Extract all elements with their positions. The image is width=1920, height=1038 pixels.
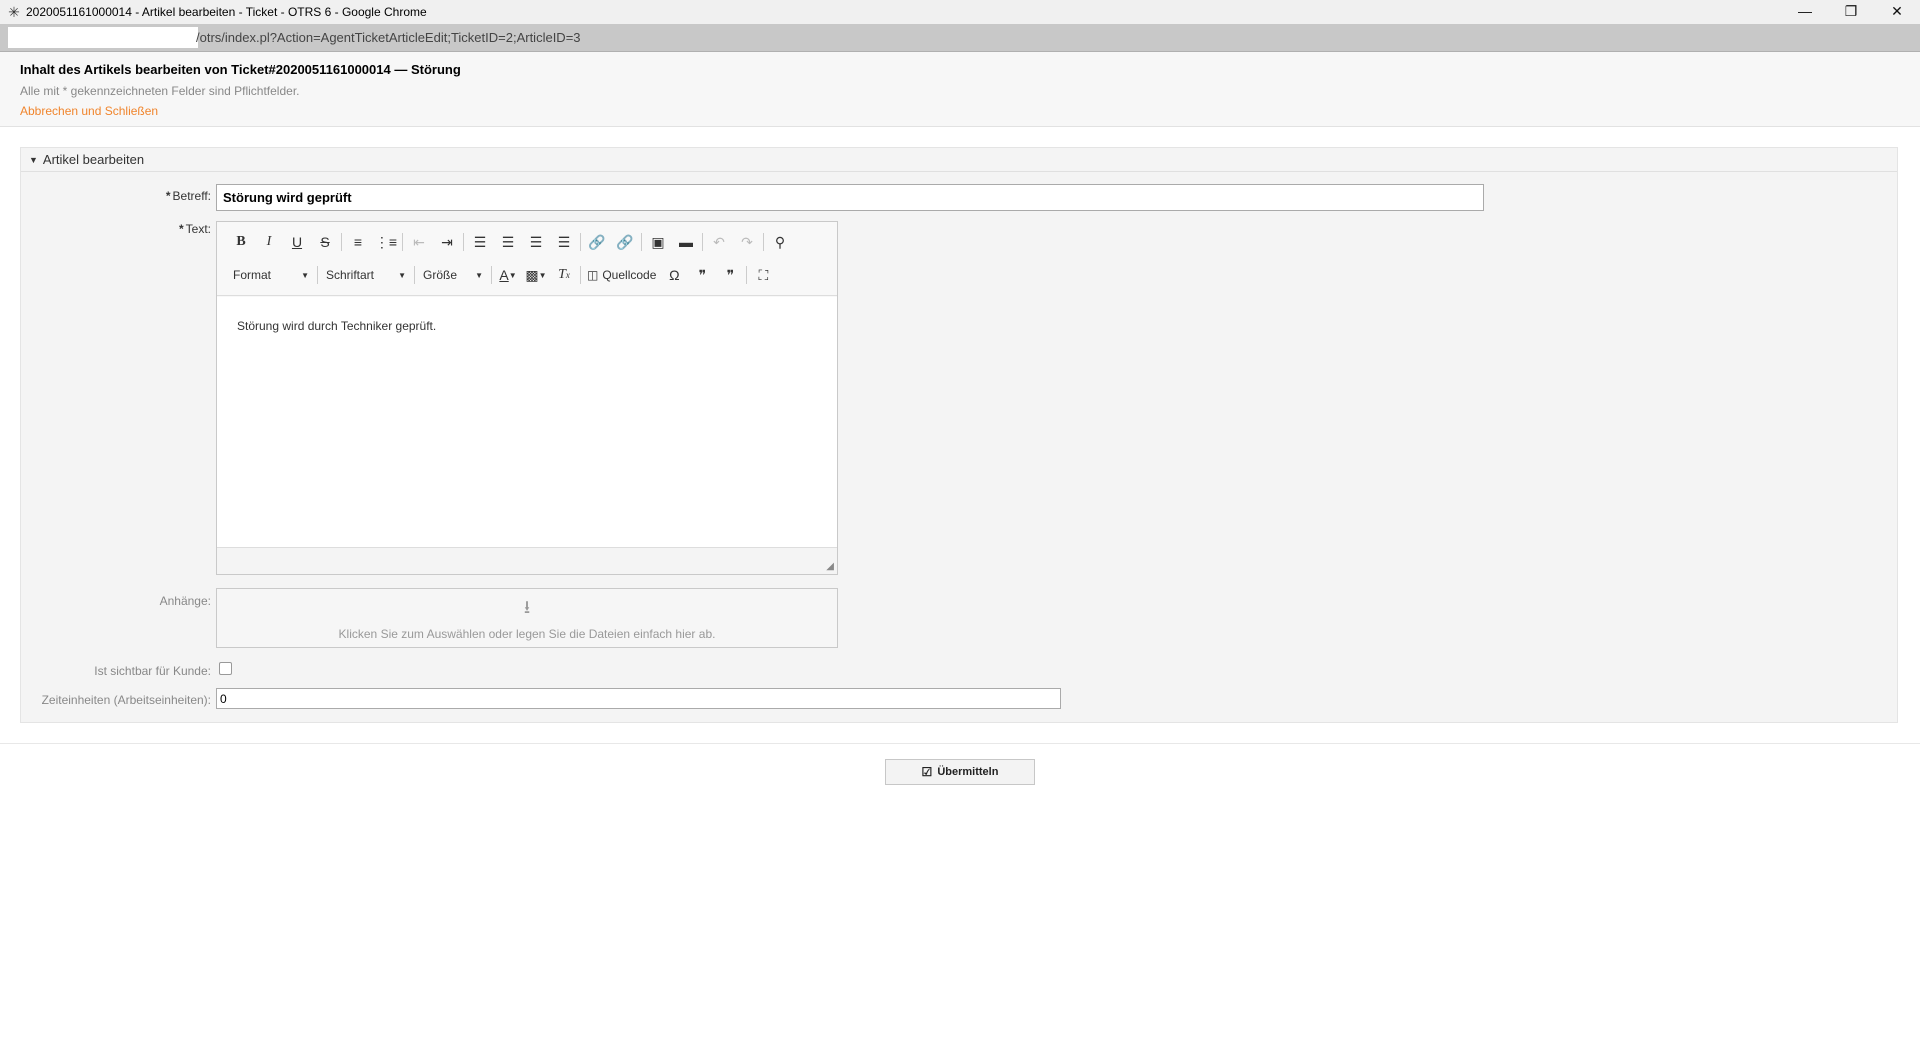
footer-divider xyxy=(0,743,1920,744)
size-combo[interactable]: Größe ▼ xyxy=(417,264,489,286)
toolbar-separator xyxy=(402,233,403,251)
close-icon[interactable]: ✕ xyxy=(1874,0,1920,22)
source-button-label: Quellcode xyxy=(602,268,657,282)
collapse-triangle-icon[interactable]: ▼ xyxy=(29,155,38,165)
unlink-icon[interactable]: 🔗 xyxy=(611,231,639,253)
download-icon: ⭳ xyxy=(523,597,531,617)
font-combo[interactable]: Schriftart ▼ xyxy=(320,264,412,286)
widget-title: Artikel bearbeiten xyxy=(42,152,145,167)
editor-footer: ◢ xyxy=(217,547,837,574)
indent-icon[interactable]: ⇥ xyxy=(433,231,461,253)
italic-icon[interactable]: I xyxy=(255,231,283,253)
source-button[interactable]: ◫ Quellcode xyxy=(583,264,660,286)
subject-label: * Betreff: xyxy=(21,189,211,203)
format-combo[interactable]: Format ▼ xyxy=(227,264,315,286)
text-color-icon[interactable]: A ▼ xyxy=(494,264,522,286)
toolbar-separator xyxy=(414,266,415,284)
checkbox-checked-icon: ☑ xyxy=(921,765,933,779)
remove-format-icon[interactable]: Tx xyxy=(550,264,578,286)
app-icon: ✳ xyxy=(8,4,20,20)
browser-titlebar: ✳ 2020051161000014 - Artikel bearbeiten … xyxy=(0,0,1920,24)
visible-customer-label: Ist sichtbar für Kunde: xyxy=(94,664,211,678)
background-color-icon[interactable]: ▩ ▼ xyxy=(522,264,550,286)
window-title: 2020051161000014 - Artikel bearbeiten - … xyxy=(26,5,427,19)
search-icon[interactable]: ⚲ xyxy=(766,231,794,253)
special-char-icon[interactable]: Ω xyxy=(660,264,688,286)
window-controls: — ❐ ✕ xyxy=(1782,0,1920,24)
editor-toolbar: B I U S ≡ ⋮≡ ⇤ ⇥ ☰ ☰ ☰ ☰ 🔗 🔗 ▣ ▬ ↶ ↷ ⚲ F… xyxy=(217,222,837,296)
undo-icon[interactable]: ↶ xyxy=(705,231,733,253)
maximize-icon[interactable]: ⛶ xyxy=(749,264,777,286)
bulleted-list-icon[interactable]: ⋮≡ xyxy=(372,231,400,253)
attachments-label: Anhänge: xyxy=(159,594,211,608)
cancel-close-link[interactable]: Abbrechen und Schließen xyxy=(20,104,158,118)
size-combo-label: Größe xyxy=(423,268,458,282)
url-text[interactable]: /otrs/index.pl?Action=AgentTicketArticle… xyxy=(196,30,581,45)
horizontal-line-icon[interactable]: ▬ xyxy=(672,231,700,253)
chevron-down-icon: ▼ xyxy=(475,270,483,280)
toolbar-separator xyxy=(763,233,764,251)
toolbar-row-2: Format ▼ Schriftart ▼ Größe ▼ A ▼ ▩ ▼ Tx ◫ Que… xyxy=(227,263,777,287)
editor-body[interactable]: Störung wird durch Techniker geprüft. xyxy=(217,297,837,547)
edit-article-widget: ▼ Artikel bearbeiten *Betreff: *Text: B … xyxy=(20,147,1898,723)
link-icon[interactable]: 🔗 xyxy=(583,231,611,253)
resize-handle-icon[interactable]: ◢ xyxy=(826,561,834,572)
rich-text-editor: B I U S ≡ ⋮≡ ⇤ ⇥ ☰ ☰ ☰ ☰ 🔗 🔗 ▣ ▬ ↶ ↷ ⚲ F… xyxy=(216,221,838,575)
bold-icon[interactable]: B xyxy=(227,231,255,253)
submit-button[interactable]: ☑ Übermitteln xyxy=(885,759,1035,785)
image-icon[interactable]: ▣ xyxy=(644,231,672,253)
toolbar-separator xyxy=(580,233,581,251)
url-redacted-area xyxy=(8,27,198,48)
toolbar-separator xyxy=(463,233,464,251)
toolbar-separator xyxy=(746,266,748,284)
time-units-input[interactable] xyxy=(216,688,1061,709)
required-star: * xyxy=(165,189,171,203)
widget-header[interactable]: ▼ Artikel bearbeiten xyxy=(21,148,1897,172)
outdent-icon[interactable]: ⇤ xyxy=(405,231,433,253)
chevron-down-icon: ▼ xyxy=(301,270,309,280)
dropzone-text: Klicken Sie zum Auswählen oder legen Sie… xyxy=(338,627,716,641)
redo-icon[interactable]: ↷ xyxy=(733,231,761,253)
underline-icon[interactable]: U xyxy=(283,231,311,253)
source-icon: ◫ xyxy=(587,268,599,282)
chevron-down-icon: ▼ xyxy=(398,270,406,280)
minimize-icon[interactable]: — xyxy=(1782,0,1828,22)
toolbar-separator xyxy=(702,233,703,251)
submit-button-label: Übermitteln xyxy=(937,766,999,778)
numbered-list-icon[interactable]: ≡ xyxy=(344,231,372,253)
attachment-dropzone[interactable]: ⭳ Klicken Sie zum Auswählen oder legen S… xyxy=(216,588,838,648)
subject-label-text: Betreff: xyxy=(172,189,211,203)
time-units-label: Zeiteinheiten (Arbeitseinheiten): xyxy=(41,693,211,707)
toolbar-separator xyxy=(341,233,342,251)
subject-input[interactable] xyxy=(216,184,1484,211)
text-label: * Text: xyxy=(21,222,211,236)
format-combo-label: Format xyxy=(233,268,272,282)
strikethrough-icon[interactable]: S xyxy=(311,231,339,253)
toolbar-row-1: B I U S ≡ ⋮≡ ⇤ ⇥ ☰ ☰ ☰ ☰ 🔗 🔗 ▣ ▬ ↶ ↷ ⚲ xyxy=(227,230,794,254)
address-bar[interactable]: /otrs/index.pl?Action=AgentTicketArticle… xyxy=(0,24,1920,52)
toolbar-separator xyxy=(317,266,318,284)
align-right-icon[interactable]: ☰ xyxy=(522,231,550,253)
visible-customer-checkbox[interactable] xyxy=(219,662,232,675)
page-header: Inhalt des Artikels bearbeiten von Ticke… xyxy=(0,52,1920,127)
align-left-icon[interactable]: ☰ xyxy=(466,231,494,253)
split-quote-icon[interactable]: ❞ xyxy=(716,264,744,286)
blockquote-icon[interactable]: ❞ xyxy=(688,264,716,286)
restore-icon[interactable]: ❐ xyxy=(1828,0,1874,22)
text-label-text: Text: xyxy=(185,222,211,236)
align-justify-icon[interactable]: ☰ xyxy=(550,231,578,253)
align-center-icon[interactable]: ☰ xyxy=(494,231,522,253)
font-combo-label: Schriftart xyxy=(326,268,375,282)
toolbar-separator xyxy=(491,266,492,284)
toolbar-separator xyxy=(641,233,642,251)
required-star: * xyxy=(178,222,184,236)
required-hint: Alle mit * gekennzeichneten Felder sind … xyxy=(20,84,300,98)
toolbar-separator xyxy=(580,266,581,284)
page-title: Inhalt des Artikels bearbeiten von Ticke… xyxy=(20,62,461,77)
